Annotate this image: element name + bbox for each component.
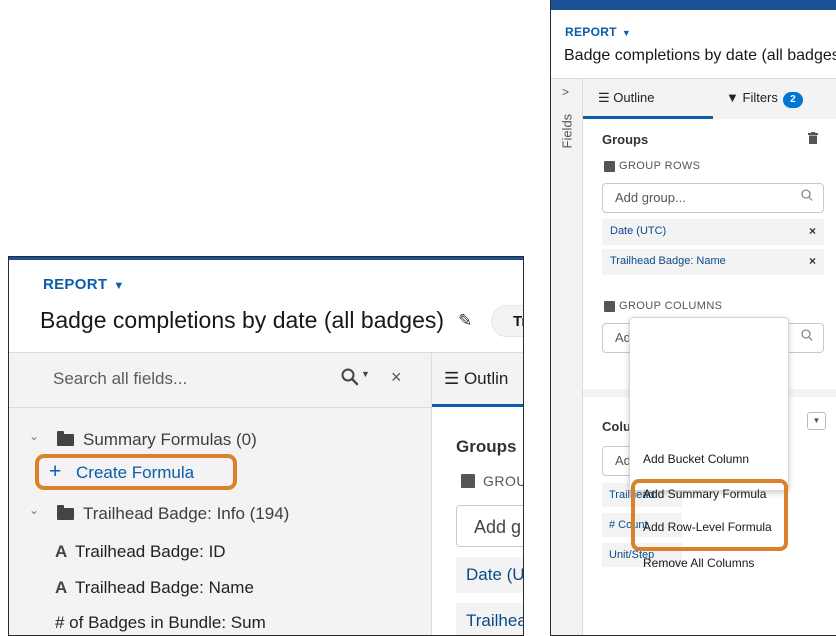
groups-heading: Groups — [456, 437, 517, 456]
header-bar — [9, 257, 523, 260]
group-rows-icon — [604, 161, 615, 172]
columns-dropdown-button[interactable]: ▼ — [807, 412, 826, 430]
fields-sidebar: Search all fields... ▼ × ⌄ Summary Formu… — [9, 353, 432, 635]
right-report-panel: REPORT ▼ Badge completions by date (all b… — [550, 0, 836, 636]
field-item[interactable]: # of Badges in Bundle: Sum — [55, 613, 266, 633]
outline-body: Groups GROU Add g Date (U Trailhea — [432, 407, 524, 635]
chevron-right-icon[interactable]: > — [562, 85, 569, 99]
outline-area: ☰ Outlin Groups GROU Add g Date (U Trail… — [432, 353, 524, 635]
search-dropdown-icon[interactable]: ▼ — [361, 369, 370, 379]
group-chip[interactable]: Trailhea — [456, 603, 523, 635]
text-field-icon: A — [55, 578, 68, 597]
groups-heading: Groups — [602, 132, 649, 147]
folder-icon — [57, 431, 74, 446]
panel-tabs: ☰ Outline ▼ Filters 2 — [583, 79, 836, 119]
menu-item-remove-all-columns[interactable]: Remove All Columns — [643, 556, 754, 570]
group-columns-icon — [604, 301, 615, 312]
search-input[interactable]: Search all fields... — [53, 369, 187, 389]
remove-icon[interactable]: × — [809, 254, 816, 268]
tab-outline[interactable]: ☰ Outline — [598, 90, 654, 106]
type-pill[interactable]: Tr — [491, 305, 523, 337]
group-chip[interactable]: Date (U — [456, 557, 523, 593]
summary-formulas-folder[interactable]: Summary Formulas (0) — [83, 430, 257, 450]
text-field-icon: A — [55, 542, 68, 561]
plus-icon: + — [49, 460, 62, 483]
search-icon — [801, 189, 813, 205]
left-report-panel: REPORT ▼ Badge completions by date (all b… — [8, 256, 524, 636]
highlight-formula-options — [631, 479, 788, 551]
fields-rail[interactable]: > Fields — [551, 79, 583, 635]
trash-icon[interactable] — [808, 132, 818, 147]
report-menu[interactable]: REPORT ▼ — [43, 276, 125, 293]
report-caret-icon[interactable]: ▼ — [113, 280, 124, 292]
remove-icon[interactable]: × — [809, 224, 816, 238]
chevron-down-icon[interactable]: ⌄ — [29, 429, 39, 443]
group-row-chip[interactable]: Date (UTC) × — [602, 219, 824, 245]
trailhead-badge-info-folder[interactable]: Trailhead Badge: Info (194) — [83, 504, 289, 524]
field-search[interactable]: Search all fields... ▼ × — [9, 353, 431, 408]
report-menu[interactable]: REPORT ▼ — [565, 25, 631, 39]
add-group-input[interactable]: Add g — [456, 505, 523, 547]
report-title: Badge completions by date (all badges) — [564, 47, 836, 64]
field-item[interactable]: Trailhead Badge: Name — [75, 578, 254, 598]
filter-icon: ▼ — [726, 90, 739, 105]
group-row-chip[interactable]: Trailhead Badge: Name × — [602, 249, 824, 275]
columns-dropdown-menu: Add Bucket Column Add Summary Formula Ad… — [629, 317, 789, 570]
group-rows-label: GROU — [483, 473, 524, 489]
menu-item-add-bucket-column[interactable]: Add Bucket Column — [643, 452, 749, 466]
report-title: Badge completions by date (all badges) — [40, 307, 445, 333]
create-formula-button[interactable]: + Create Formula — [35, 454, 237, 490]
group-columns-label: GROUP COLUMNS — [619, 300, 723, 312]
add-group-rows-input[interactable]: Add group... — [602, 183, 824, 213]
group-rows-icon — [461, 474, 475, 488]
chevron-down-icon[interactable]: ⌄ — [29, 503, 39, 517]
header-bar — [551, 0, 836, 10]
tab-filters[interactable]: ▼ Filters 2 — [726, 90, 803, 108]
filters-count-badge: 2 — [782, 92, 803, 108]
field-item[interactable]: Trailhead Badge: ID — [75, 542, 226, 562]
create-formula-label: Create Formula — [76, 463, 195, 482]
report-caret-icon[interactable]: ▼ — [622, 28, 631, 38]
tab-outline[interactable]: ☰ Outlin — [444, 369, 508, 389]
edit-pencil-icon[interactable]: ✎ — [458, 311, 472, 331]
group-rows-label: GROUP ROWS — [619, 160, 701, 172]
search-icon — [801, 329, 813, 345]
folder-icon — [57, 505, 74, 520]
fields-rail-label[interactable]: Fields — [560, 114, 575, 149]
close-icon[interactable]: × — [391, 367, 402, 388]
